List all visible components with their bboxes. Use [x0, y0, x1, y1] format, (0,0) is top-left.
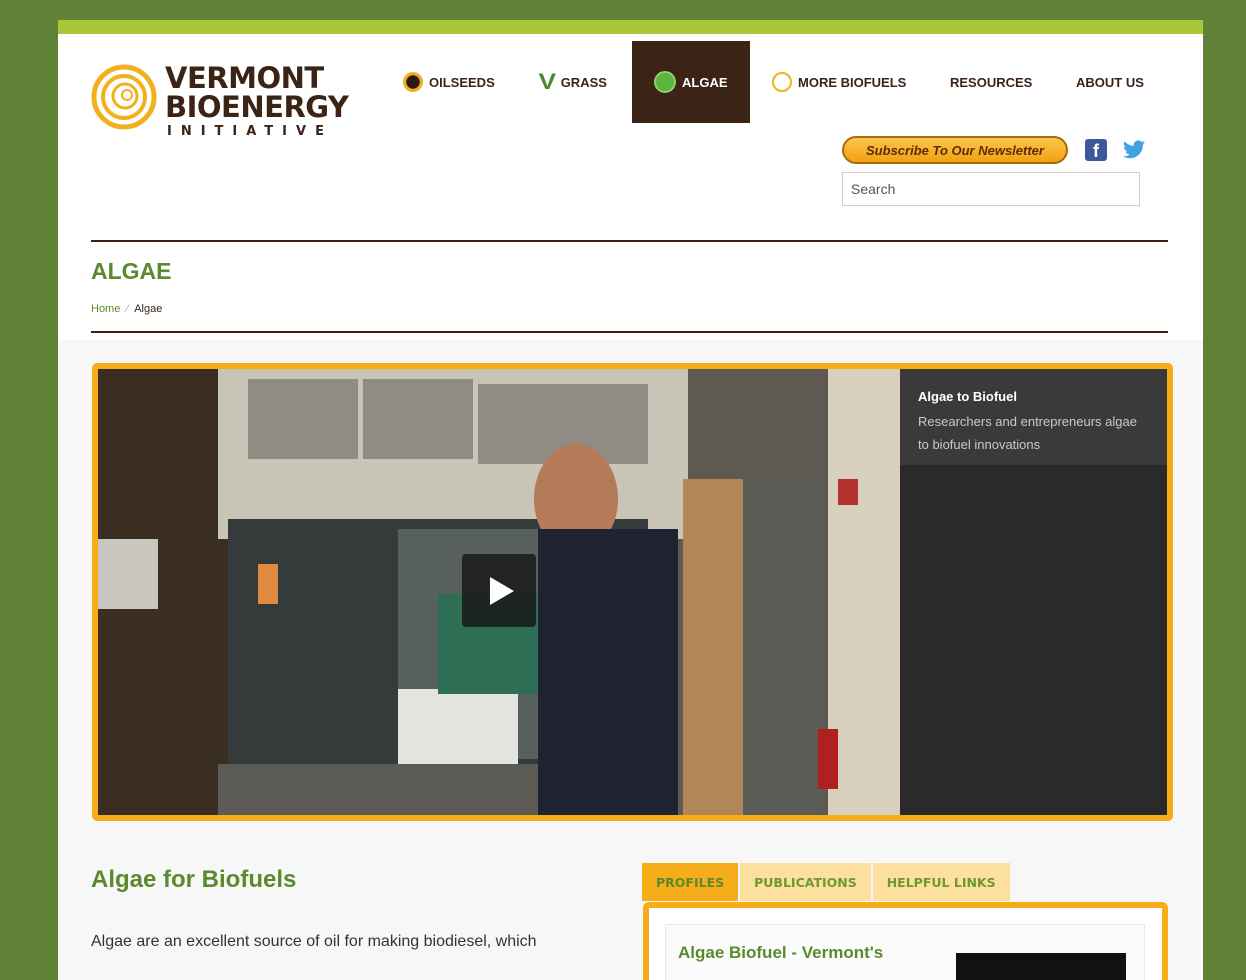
article-intro: Algae are an excellent source of oil for…: [91, 933, 537, 950]
grass-icon: V: [538, 69, 557, 94]
site-logo[interactable]: VERMONT BIOENERGY INITIATIVE: [91, 64, 351, 144]
nav-label: OILSEEDS: [429, 74, 495, 90]
nav-label: GRASS: [560, 74, 607, 90]
nav-item-resources[interactable]: RESOURCES: [950, 41, 1032, 123]
video-info-panel[interactable]: Algae to Biofuel Researchers and entrepr…: [900, 369, 1167, 465]
breadcrumb-separator: ⁄: [126, 303, 129, 315]
title-divider: [91, 331, 1168, 333]
nav-item-oilseeds[interactable]: OILSEEDS: [403, 41, 495, 123]
profile-title[interactable]: Algae Biofuel - Vermont's: [678, 943, 883, 963]
logo-line-2: BIOENERGY: [165, 90, 349, 124]
play-button[interactable]: [462, 554, 536, 627]
page-container: VERMONT BIOENERGY INITIATIVE OILSEEDS V …: [58, 20, 1203, 980]
subscribe-newsletter-button[interactable]: Subscribe To Our Newsletter: [842, 136, 1068, 164]
breadcrumb-home-link[interactable]: Home: [91, 303, 120, 315]
sunflower-icon: [403, 72, 423, 92]
video-player[interactable]: Algae to Biofuel Researchers and entrepr…: [92, 363, 1173, 821]
tab-panel-profiles: Algae Biofuel - Vermont's: [643, 902, 1168, 980]
nav-label: RESOURCES: [950, 74, 1033, 90]
nav-label: ABOUT US: [1076, 74, 1144, 90]
video-description: Researchers and entrepreneurs algae to b…: [918, 414, 1137, 452]
search-input[interactable]: [842, 172, 1140, 206]
page-title: ALGAE: [91, 258, 172, 284]
tab-profiles[interactable]: PROFILES: [642, 863, 739, 901]
sun-swirl-logo-icon: [91, 64, 157, 130]
facebook-icon[interactable]: f: [1085, 139, 1107, 161]
sun-swirl-icon: [772, 72, 792, 92]
breadcrumb: Home ⁄ Algae: [91, 303, 162, 315]
nav-item-about-us[interactable]: ABOUT US: [1076, 41, 1144, 123]
logo-wordmark: VERMONT BIOENERGY INITIATIVE: [165, 61, 349, 140]
logo-line-3: INITIATIVE: [167, 124, 333, 139]
nav-item-grass[interactable]: V GRASS: [538, 41, 607, 123]
logo-line-1: VERMONT: [165, 61, 324, 95]
section-heading: Algae for Biofuels: [91, 866, 297, 893]
profile-card[interactable]: Algae Biofuel - Vermont's: [665, 924, 1145, 980]
breadcrumb-current: Algae: [134, 303, 163, 315]
nav-item-more-biofuels[interactable]: MORE BIOFUELS: [772, 41, 906, 123]
nav-item-algae[interactable]: ALGAE: [632, 41, 750, 123]
header-divider: [91, 240, 1168, 242]
tab-publications[interactable]: PUBLICATIONS: [740, 863, 871, 901]
algae-dot-icon: [654, 71, 676, 93]
twitter-icon[interactable]: [1121, 138, 1147, 162]
tab-helpful-links[interactable]: HELPFUL LINKS: [872, 863, 1010, 901]
nav-label: ALGAE: [682, 74, 728, 90]
resource-tabs: PROFILES PUBLICATIONS HELPFUL LINKS: [642, 863, 1010, 901]
nav-label: MORE BIOFUELS: [798, 74, 907, 90]
video-title: Algae to Biofuel: [918, 389, 1017, 404]
top-accent-bar: [58, 20, 1203, 34]
profile-thumbnail[interactable]: [956, 953, 1126, 980]
video-sidebar: Algae to Biofuel Researchers and entrepr…: [900, 369, 1167, 815]
video-thumbnail: [98, 369, 900, 815]
